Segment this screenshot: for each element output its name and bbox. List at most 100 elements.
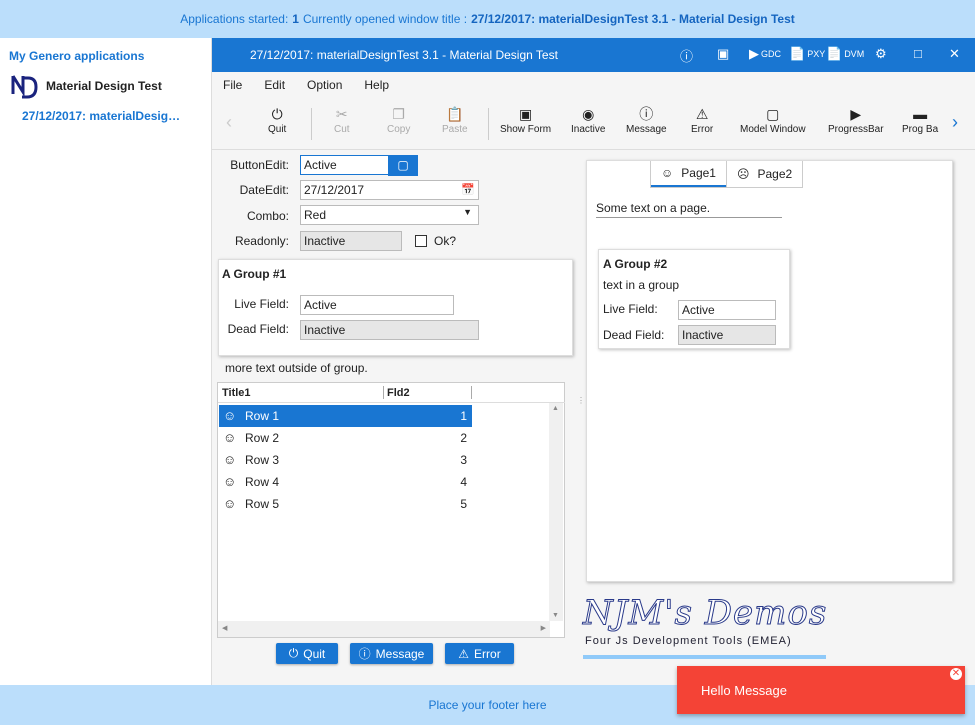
column-divider[interactable] [383,386,384,399]
group-2-live-field[interactable]: Active [678,300,776,320]
footer-text: Place your footer here [428,698,547,712]
toast-notification[interactable]: Hello Message ✕ [677,666,965,714]
toast-close-icon[interactable]: ✕ [950,668,962,680]
smile-icon: ☺ [223,430,237,445]
copy-tool-label: Copy [387,124,411,135]
pxy-button[interactable]: 📄 PXY [789,46,825,62]
power-icon: ⏻ [288,646,299,660]
copy-icon: ❐ [392,106,405,122]
scroll-left-icon[interactable]: ‹ [226,112,232,133]
buttonedit-field[interactable]: Active [300,155,389,175]
readonly-label: Readonly: [234,234,289,248]
quit-button[interactable]: ⏻ Quit [276,643,338,664]
group-1-live-field[interactable]: Active [300,295,454,315]
toolbar-divider [311,108,312,140]
apps-started-label: Applications started: [180,12,289,26]
menu-file[interactable]: File [223,78,242,92]
message-tool[interactable]: ⓘ Message [626,104,667,135]
progress-icon: ▬ [913,106,928,122]
model-window-tool[interactable]: ▢ Model Window [740,104,806,135]
tab-page1[interactable]: ☺ Page1 [651,161,726,187]
buttonedit-button[interactable]: ▢ [388,155,418,176]
apps-started-count: 1 [292,12,299,26]
smile-icon: ☺ [223,408,237,423]
group-2-text: text in a group [603,278,680,292]
progressbar-tool[interactable]: ▶ ProgressBar [828,104,884,135]
window-title: 27/12/2017: materialDesignTest 3.1 - Mat… [250,48,558,62]
toolbar: ‹ ⏻ Quit ✂ Cut ❐ Copy 📋 Paste ▣ Show Form ◉ In… [212,98,975,150]
paste-tool[interactable]: 📋 Paste [442,104,468,135]
message-button[interactable]: ⓘ Message [350,643,433,664]
message-tool-label: Message [626,124,667,135]
gdc-button[interactable]: ▶ GDC [749,46,781,62]
prog-bar-tool-label: Prog Ba [902,124,939,135]
opened-window-label: Currently opened window title : [302,12,468,26]
row-value: 5 [460,497,467,511]
gdc-label: GDC [761,49,781,59]
info-icon[interactable]: ⓘ [680,46,693,65]
scroll-up-icon[interactable]: ▲ [552,405,559,412]
menu-help[interactable]: Help [364,78,389,92]
play-square-icon: ▶ [850,106,862,122]
sidebar-window-item[interactable]: 27/12/2017: materialDesignTest 3.1 - Mat… [22,109,187,123]
horizontal-scrollbar[interactable]: ◀ ▶ [218,621,550,637]
brand-title: NJM's Demos [583,593,828,634]
table-row[interactable]: ☺ Row 3 3 [219,449,472,471]
ok-checkbox[interactable] [415,235,427,247]
show-form-tool[interactable]: ▣ Show Form [500,104,551,135]
scroll-left-small-icon[interactable]: ◀ [222,624,227,632]
error-button[interactable]: ⚠ Error [445,643,514,664]
window-titlebar: 27/12/2017: materialDesignTest 3.1 - Mat… [212,38,975,72]
tab-page2[interactable]: ☹ Page2 [725,161,802,187]
gear-icon[interactable]: ⚙ [875,46,887,62]
scissors-icon: ✂ [335,106,348,122]
genero-logo-icon [11,75,38,99]
row-title: Row 1 [245,409,280,423]
calendar-icon[interactable]: 📅 [461,183,475,196]
splitter-handle[interactable]: ⋮ [577,396,585,405]
combo-field[interactable]: Red ▼ [300,205,479,225]
dvm-button[interactable]: 📄 DVM [826,46,864,62]
menu-option[interactable]: Option [307,78,342,92]
table-row[interactable]: ☺ Row 4 4 [219,471,472,493]
inactive-tool[interactable]: ◉ Inactive [571,104,605,135]
ok-checkbox-label: Ok? [434,234,457,248]
close-icon[interactable]: ✕ [949,46,960,62]
model-window-tool-label: Model Window [740,124,806,135]
group-1-live-label: Live Field: [234,297,289,311]
dateedit-field[interactable]: 27/12/2017 📅 [300,180,479,200]
copy-tool[interactable]: ❐ Copy [387,104,410,135]
row-title: Row 5 [245,497,280,511]
quit-tool[interactable]: ⏻ Quit [268,104,286,135]
group-1: A Group #1 Live Field: Active Dead Field… [218,259,573,356]
prog-bar-tool[interactable]: ▬ Prog Ba [902,104,938,135]
column-header-title1[interactable]: Title1 [222,387,251,399]
chevron-down-icon[interactable]: ▼ [463,207,472,217]
column-header-fld2[interactable]: Fld2 [387,387,410,399]
chip-icon[interactable]: ▣ [717,46,729,62]
vertical-scrollbar[interactable]: ▲ ▼ [549,403,563,621]
brand-underline [583,655,826,659]
table-row[interactable]: ☺ Row 1 1 [219,405,472,427]
power-icon: ⏻ [271,106,283,122]
scroll-right-icon[interactable]: › [952,112,958,133]
smile-icon: ☺ [223,496,237,511]
cut-tool[interactable]: ✂ Cut [334,104,350,135]
group-2: A Group #2 text in a group Live Field: A… [598,249,790,349]
scroll-right-small-icon[interactable]: ▶ [541,624,546,632]
scroll-down-icon[interactable]: ▼ [552,612,559,619]
menu-edit[interactable]: Edit [264,78,285,92]
page-text: Some text on a page. [596,201,782,218]
bookmark-icon[interactable]: □ [914,46,922,61]
njm-logo: NJM's Demos Four Js Development Tools (E… [583,593,828,663]
folder-panel: ☺ Page1 ☹ Page2 Some text on a page. A Gro… [586,160,953,582]
table-row[interactable]: ☺ Row 5 5 [219,493,472,515]
table-row[interactable]: ☺ Row 2 2 [219,427,472,449]
sidebar: My Genero applications Material Design T… [0,38,212,685]
error-tool[interactable]: ⚠ Error [691,104,713,135]
quit-tool-label: Quit [268,124,287,135]
smile-icon: ☺ [661,166,674,180]
column-divider[interactable] [471,386,472,399]
inactive-tool-label: Inactive [571,124,606,135]
sidebar-app-item[interactable]: Material Design Test [10,72,162,100]
